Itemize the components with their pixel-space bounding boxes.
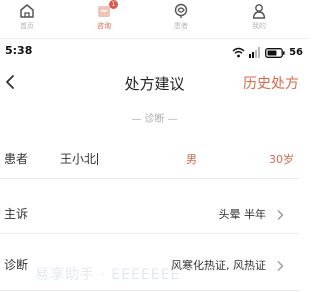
patient-row[interactable]: 患者 王小北 男 30岁 xyxy=(0,138,300,179)
text-cursor xyxy=(97,153,99,165)
wifi-icon xyxy=(232,43,245,62)
consult-badge: 1 xyxy=(109,0,118,9)
diagnosis-section-header: — 诊断 — xyxy=(131,114,178,125)
tab-home[interactable]: 首页 xyxy=(2,3,52,31)
status-time: 5:38 xyxy=(5,44,33,57)
divider xyxy=(0,290,300,291)
patient-icon xyxy=(173,3,189,19)
chevron-right-icon xyxy=(276,206,284,220)
chief-complaint-row[interactable]: 主诉 头晕 半年 xyxy=(0,193,300,234)
patient-name: 王小北 xyxy=(60,152,97,166)
signal-icon xyxy=(249,43,261,62)
nav-bar: 处方建议 历史处方 xyxy=(0,66,309,100)
diagnosis-value: 风寒化热证, 风热证 xyxy=(171,259,266,272)
status-icons: 56 xyxy=(232,45,303,59)
diagnosis-label: 诊断 xyxy=(4,258,29,272)
chief-complaint-value: 头晕 半年 xyxy=(218,208,267,221)
tab-home-label: 首页 xyxy=(20,22,34,30)
battery-icon xyxy=(265,43,285,62)
tab-profile[interactable]: 我的 xyxy=(234,3,284,31)
chevron-right-icon xyxy=(276,257,284,271)
patient-label: 患者 xyxy=(4,152,29,166)
status-bar: 5:38 56 xyxy=(0,44,309,60)
tab-profile-label: 我的 xyxy=(252,22,266,30)
chief-complaint-label: 主诉 xyxy=(4,207,29,221)
tab-consult[interactable]: 1 咨询 xyxy=(79,0,129,31)
profile-icon xyxy=(251,3,267,19)
tab-patients-label: 患者 xyxy=(174,22,188,30)
patient-age: 30岁 xyxy=(269,153,294,166)
patient-gender: 男 xyxy=(186,153,197,166)
tab-patients[interactable]: 患者 xyxy=(156,3,206,31)
patient-name-input[interactable]: 王小北 xyxy=(60,150,99,167)
history-prescriptions-link[interactable]: 历史处方 xyxy=(243,73,299,93)
battery-level: 56 xyxy=(289,46,303,58)
top-tab-bar: 首页 1 咨询 患者 我的 xyxy=(0,0,309,39)
tab-consult-label: 咨询 xyxy=(97,22,111,30)
home-icon xyxy=(19,3,35,19)
consult-icon: 1 xyxy=(96,0,118,19)
diagnosis-row[interactable]: 诊断 风寒化热证, 风热证 xyxy=(0,244,300,284)
